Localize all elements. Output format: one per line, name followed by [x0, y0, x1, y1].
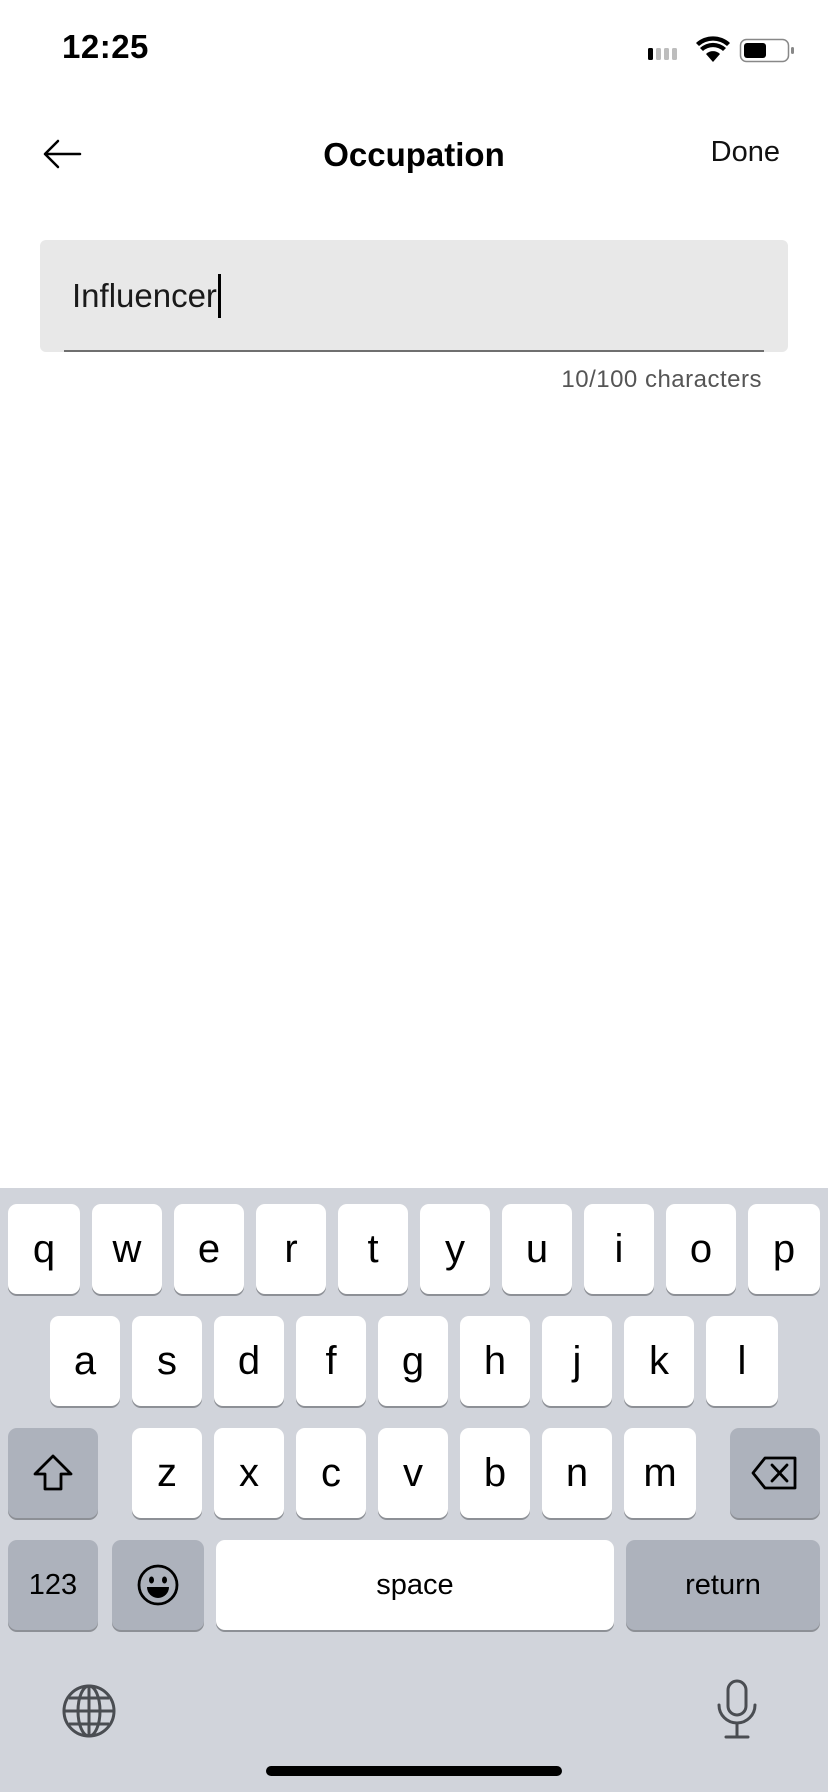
key-z[interactable]: z [132, 1428, 202, 1518]
status-time: 12:25 [62, 28, 149, 65]
character-counter: 10/100 characters [561, 366, 762, 393]
key-m[interactable]: m [624, 1428, 696, 1518]
key-k[interactable]: k [624, 1316, 694, 1406]
key-l[interactable]: l [706, 1316, 778, 1406]
backspace-icon [751, 1456, 797, 1490]
key-q[interactable]: q [8, 1204, 80, 1294]
key-i[interactable]: i [584, 1204, 654, 1294]
key-e[interactable]: e [174, 1204, 244, 1294]
done-button[interactable]: Done [711, 136, 780, 169]
key-g[interactable]: g [378, 1316, 448, 1406]
key-t[interactable]: t [338, 1204, 408, 1294]
status-bar: 12:25 [0, 0, 828, 100]
emoji-icon [137, 1564, 179, 1606]
battery-icon [739, 38, 794, 63]
key-u[interactable]: u [502, 1204, 572, 1294]
space-key[interactable]: space [216, 1540, 614, 1630]
microphone-icon [717, 1679, 757, 1739]
key-f[interactable]: f [296, 1316, 366, 1406]
field-underline [64, 350, 764, 352]
home-indicator [266, 1766, 562, 1776]
wifi-icon [696, 36, 730, 62]
microphone-button[interactable] [714, 1678, 760, 1742]
occupation-input[interactable]: Influencer [40, 240, 788, 352]
delete-key[interactable] [730, 1428, 820, 1518]
globe-button[interactable] [60, 1682, 118, 1740]
shift-icon [33, 1454, 73, 1491]
return-key[interactable]: return [626, 1540, 820, 1630]
key-a[interactable]: a [50, 1316, 120, 1406]
key-b[interactable]: b [460, 1428, 530, 1518]
occupation-input-value: Influencer [72, 277, 217, 314]
numbers-key[interactable]: 123 [8, 1540, 98, 1630]
key-p[interactable]: p [748, 1204, 820, 1294]
emoji-key[interactable] [112, 1540, 204, 1630]
key-x[interactable]: x [214, 1428, 284, 1518]
key-r[interactable]: r [256, 1204, 326, 1294]
page-title: Occupation [323, 136, 505, 173]
key-v[interactable]: v [378, 1428, 448, 1518]
signal-icon [648, 48, 677, 60]
key-d[interactable]: d [214, 1316, 284, 1406]
keyboard: q w e r t y u i o p a s d f g h j k l z … [0, 1188, 828, 1792]
key-h[interactable]: h [460, 1316, 530, 1406]
text-caret [217, 274, 221, 318]
key-y[interactable]: y [420, 1204, 490, 1294]
status-icons [648, 34, 798, 68]
key-j[interactable]: j [542, 1316, 612, 1406]
key-s[interactable]: s [132, 1316, 202, 1406]
key-c[interactable]: c [296, 1428, 366, 1518]
key-n[interactable]: n [542, 1428, 612, 1518]
globe-icon [62, 1684, 116, 1738]
nav-bar: Occupation Done [0, 100, 828, 210]
key-o[interactable]: o [666, 1204, 736, 1294]
key-w[interactable]: w [92, 1204, 162, 1294]
shift-key[interactable] [8, 1428, 98, 1518]
